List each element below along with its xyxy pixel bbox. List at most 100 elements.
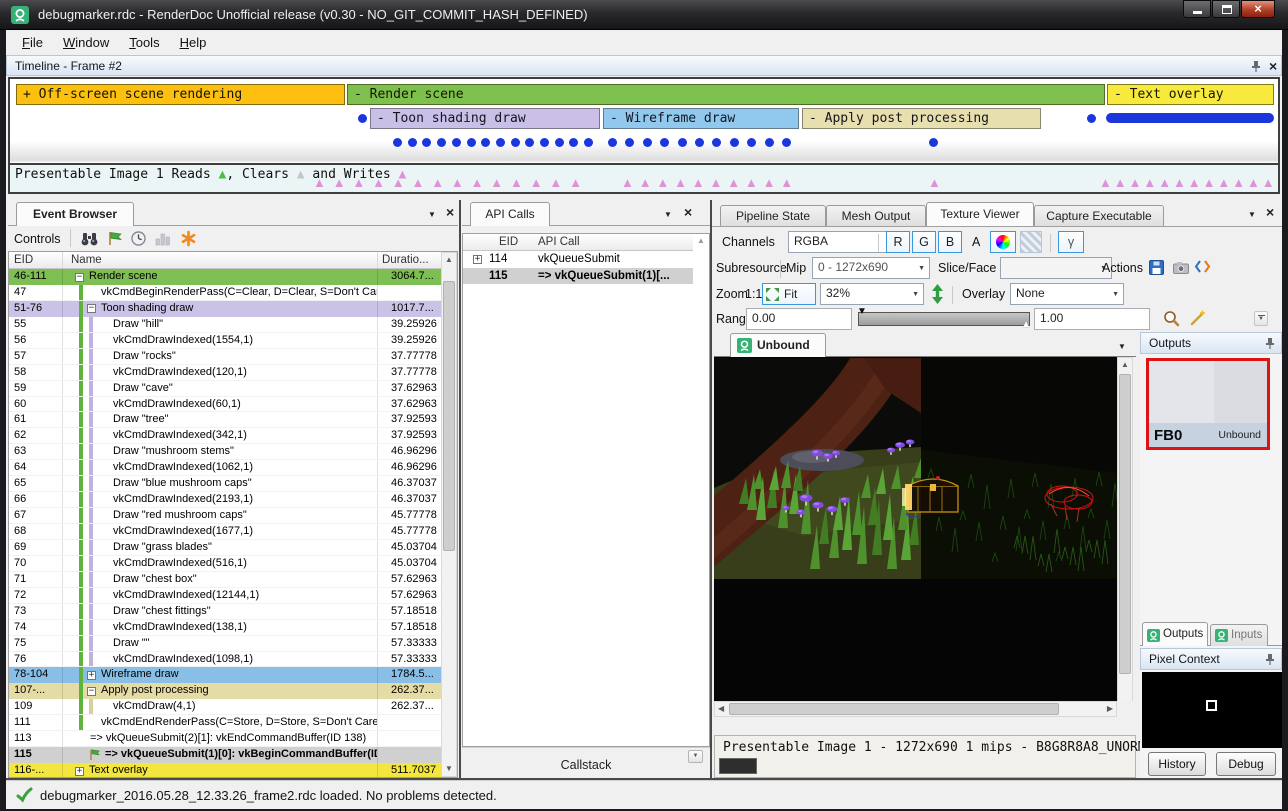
timeline-event-dot[interactable] [525,138,534,147]
usage-triangle[interactable]: ▲ [471,176,484,189]
channel-r-button[interactable]: R [886,231,910,253]
range-max-input[interactable]: 1.00 [1034,308,1150,330]
event-row[interactable]: 71Draw "chest box"57.62963 [9,572,441,588]
scroll-left-icon[interactable]: ◀ [718,702,724,716]
usage-triangle[interactable]: ▲ [1247,176,1260,189]
event-scrollbar[interactable]: ▲ ▼ [441,252,457,777]
event-row[interactable]: 109vkCmdDraw(4,1)262.37... [9,699,441,715]
usage-triangle[interactable]: ▲ [333,176,346,189]
usage-triangle[interactable]: ▲ [1143,176,1156,189]
tab-pipeline-state[interactable]: Pipeline State [720,205,826,226]
flip-y-icon[interactable] [930,283,945,310]
scroll-up-icon[interactable]: ▲ [693,234,709,248]
expander-icon[interactable]: + [75,767,84,776]
menu-item-file[interactable]: File [12,30,53,55]
timeline-event-dot[interactable] [782,138,791,147]
timeline-event-dot[interactable] [712,138,721,147]
scroll-down-icon[interactable]: ▼ [442,762,456,776]
scroll-up-icon[interactable]: ▲ [1118,358,1132,372]
timeline-event-dot[interactable] [422,138,431,147]
timeline-marker-pill[interactable] [1106,113,1274,123]
expander-icon[interactable]: − [87,687,96,696]
usage-triangle[interactable]: ▲ [490,176,503,189]
event-row[interactable]: 116-...+Text overlay511.7037 [9,763,441,777]
event-table-header[interactable]: EID Name Duratio... [9,252,441,269]
panel-menu-icon[interactable]: ▼ [428,210,436,220]
event-row[interactable]: 63Draw "mushroom stems"46.96296 [9,444,441,460]
zoom-fit-button[interactable]: Fit [762,283,816,305]
menu-item-window[interactable]: Window [53,30,119,55]
event-row[interactable]: 115=> vkQueueSubmit(1)[0]: vkBeginComman… [9,747,441,763]
event-row[interactable]: 75Draw ""57.33333 [9,636,441,652]
usage-triangle[interactable]: ▲ [745,176,758,189]
event-row[interactable]: 113=> vkQueueSubmit(2)[1]: vkEndCommandB… [9,731,441,747]
screenshot-camera-icon[interactable] [1172,260,1190,280]
event-row[interactable]: 70vkCmdDrawIndexed(516,1)45.03704 [9,556,441,572]
timeline-event-dot[interactable] [643,138,652,147]
usage-triangle[interactable]: ▲ [1232,176,1245,189]
zoom-range-icon[interactable] [1162,309,1181,333]
expander-icon[interactable]: + [473,255,482,264]
fb0-thumbnail[interactable]: FB0 Unbound [1146,358,1270,450]
usage-triangle[interactable]: ▲ [510,176,523,189]
menu-item-tools[interactable]: Tools [119,30,169,55]
viewport-vscrollbar[interactable]: ▲ ▼ [1117,357,1133,717]
range-slider-min-handle[interactable]: ▼ [857,307,867,317]
timeline-event-dot[interactable] [496,138,505,147]
history-button[interactable]: History [1148,752,1206,776]
usage-triangle[interactable]: ▲ [451,176,464,189]
event-row[interactable]: 64vkCmdDrawIndexed(1062,1)46.96296 [9,460,441,476]
autofit-wand-icon[interactable] [1188,309,1207,333]
api-table-header[interactable]: EID API Call [463,234,693,251]
expander-icon[interactable]: − [87,304,96,313]
usage-triangle[interactable]: ▲ [1188,176,1201,189]
tab-list-icon[interactable]: ▼ [1118,342,1126,352]
event-row[interactable]: 62vkCmdDrawIndexed(342,1)37.92593 [9,428,441,444]
splitter[interactable] [459,200,461,778]
usage-triangle[interactable]: ▲ [1173,176,1186,189]
event-row[interactable]: 68vkCmdDrawIndexed(1677,1)45.77778 [9,524,441,540]
pin-icon[interactable] [1251,60,1261,76]
custom-action-icon[interactable] [180,230,197,252]
minimize-button[interactable] [1183,0,1211,18]
usage-triangle[interactable]: ▲ [530,176,543,189]
usage-triangle[interactable]: ▲ [412,176,425,189]
timeline-event-dot[interactable] [408,138,417,147]
maximize-button[interactable] [1212,0,1240,18]
pixel-context-header[interactable]: Pixel Context [1140,648,1282,670]
range-slider-max-handle[interactable]: ▲ [1021,320,1031,330]
usage-triangle[interactable]: ▲ [1277,176,1280,189]
scroll-right-icon[interactable]: ▶ [1107,702,1113,716]
menu-item-help[interactable]: Help [170,30,217,55]
usage-triangle[interactable]: ▲ [780,176,793,189]
event-row[interactable]: 47vkCmdBeginRenderPass(C=Clear, D=Clear,… [9,285,441,301]
channel-g-button[interactable]: G [912,231,936,253]
timeline-event-dot[interactable] [569,138,578,147]
event-row[interactable]: 58vkCmdDrawIndexed(120,1)37.77778 [9,365,441,381]
event-row[interactable]: 67Draw "red mushroom caps"45.77778 [9,508,441,524]
usage-triangle[interactable]: ▲ [621,176,634,189]
event-row[interactable]: 107-...−Apply post processing262.37... [9,683,441,699]
api-call-row[interactable]: 115=> vkQueueSubmit(1)[... [463,268,693,285]
scroll-up-icon[interactable]: ▲ [442,253,456,267]
usage-triangle[interactable]: ▲ [674,176,687,189]
usage-triangle[interactable]: ▲ [549,176,562,189]
range-slider[interactable]: ▼ ▲ [858,312,1030,326]
timeline-event-dot[interactable] [540,138,549,147]
panel-menu-icon[interactable]: ▼ [1248,210,1256,220]
api-call-row[interactable]: +114vkQueueSubmit [463,251,693,268]
api-scrollbar[interactable]: ▲ [693,234,709,746]
gamma-button[interactable]: γ [1058,231,1084,253]
event-row[interactable]: 78-104+Wireframe draw1784.5... [9,667,441,683]
find-event-icon[interactable] [80,230,99,252]
timeline-event-dot[interactable] [393,138,402,147]
usage-triangle[interactable]: ▲ [1217,176,1230,189]
expander-icon[interactable]: + [87,671,96,680]
usage-triangle[interactable]: ▲ [727,176,740,189]
tab-api-calls[interactable]: API Calls [470,202,550,226]
event-row[interactable]: 55Draw "hill"39.25926 [9,317,441,333]
checkerboard-button[interactable] [1020,231,1042,253]
event-row[interactable]: 61Draw "tree"37.92593 [9,412,441,428]
close-button[interactable]: × [1241,0,1275,18]
usage-triangle[interactable]: ▲ [352,176,365,189]
